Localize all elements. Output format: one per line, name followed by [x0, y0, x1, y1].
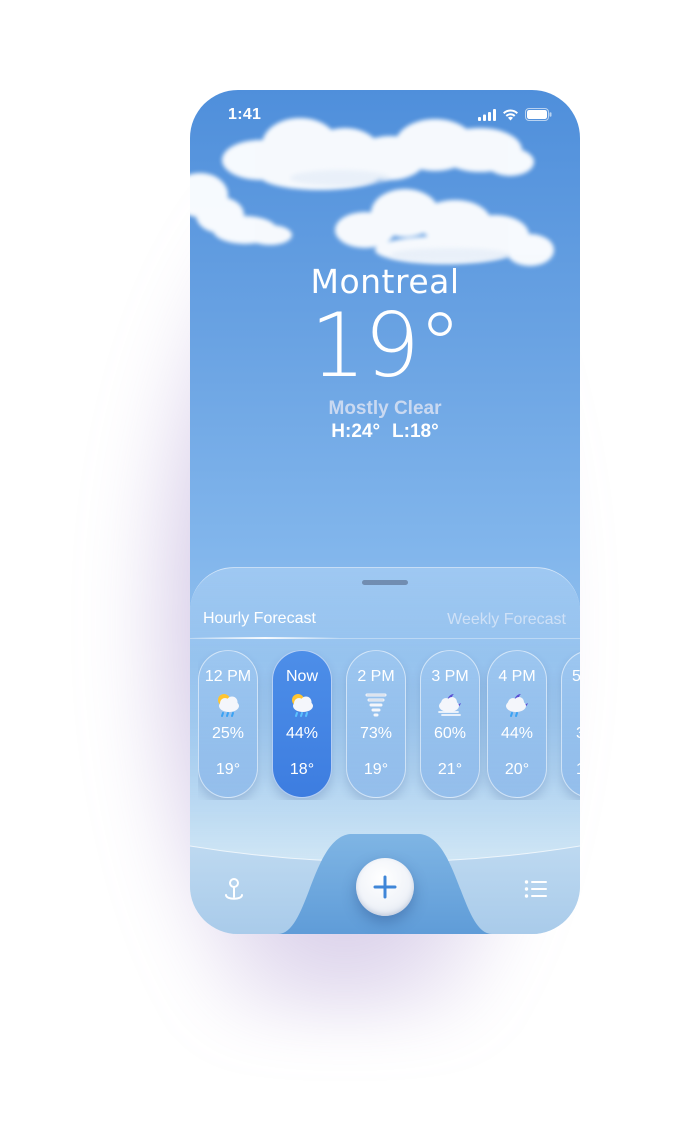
precipitation-chance: 73%	[359, 725, 393, 742]
hour-temperature: 1	[562, 761, 580, 779]
battery-icon	[525, 108, 552, 121]
hour-temperature: 18°	[289, 761, 315, 778]
precipitation-chance: 3	[562, 725, 580, 743]
hour-card[interactable]: 3 PM 60% 21°	[420, 650, 480, 798]
hour-temperature: 19°	[363, 761, 389, 778]
hour-time: 2 PM	[357, 668, 395, 685]
map-pin-icon	[225, 878, 243, 900]
sun-cloud-rain-icon	[292, 694, 313, 717]
hour-card[interactable]: 12 PM 25% 19°	[198, 650, 258, 798]
cellular-signal-icon	[478, 108, 496, 121]
hour-temperature: 21°	[437, 761, 463, 778]
wifi-icon	[503, 108, 518, 120]
precipitation-chance: 44%	[285, 725, 319, 742]
list-button[interactable]	[524, 879, 548, 899]
hour-temperature: 19°	[215, 761, 241, 778]
precipitation-chance: 60%	[433, 725, 467, 742]
precipitation-chance: 25%	[211, 725, 245, 742]
hour-card[interactable]: 2 PM 73% 19°	[346, 650, 406, 798]
current-temperature: 19°	[310, 294, 462, 397]
moon-cloud-rain-icon	[577, 692, 580, 718]
moon-cloud-wind-icon	[438, 694, 461, 716]
hour-card[interactable]: 5 3 1	[561, 650, 580, 798]
status-icons	[478, 108, 552, 121]
tornado-icon	[365, 693, 387, 717]
precipitation-chance: 44%	[500, 725, 534, 742]
high-low-temperatures: H:24° L:18°	[190, 421, 580, 443]
hour-temperature: 20°	[504, 761, 530, 778]
sun-cloud-rain-icon	[218, 694, 239, 717]
hour-time: 3 PM	[431, 668, 469, 685]
hour-time: 12 PM	[204, 668, 252, 685]
tab-weekly-forecast[interactable]: Weekly Forecast	[447, 611, 566, 629]
active-tab-indicator	[190, 637, 340, 639]
hour-card-now[interactable]: Now 44% 18°	[272, 650, 332, 798]
high-temperature: H:24°	[331, 421, 381, 442]
status-time: 1:41	[228, 106, 262, 123]
hour-card[interactable]: 4 PM 44% 20°	[487, 650, 547, 798]
sheet-handle[interactable]	[362, 580, 408, 585]
hour-time: 5	[572, 668, 580, 685]
tab-hourly-forecast[interactable]: Hourly Forecast	[203, 610, 316, 628]
moon-cloud-rain-icon	[506, 694, 528, 717]
low-temperature: L:18°	[392, 421, 439, 442]
list-icon	[524, 880, 547, 898]
phone-screen: 1:41 Montreal 19° Mostly Clear H:24° L:1…	[190, 90, 580, 934]
hourly-forecast-list[interactable]: 12 PM 25% 19° Now 44% 18° 2 PM 73% 19° 3…	[198, 650, 580, 800]
map-button[interactable]	[222, 876, 246, 902]
add-location-button[interactable]	[356, 858, 414, 916]
plus-icon	[373, 875, 397, 899]
hour-time: Now	[285, 668, 318, 685]
stage: 1:41 Montreal 19° Mostly Clear H:24° L:1…	[0, 0, 690, 1144]
weather-condition: Mostly Clear	[328, 398, 442, 419]
hour-time: 4 PM	[498, 668, 536, 685]
